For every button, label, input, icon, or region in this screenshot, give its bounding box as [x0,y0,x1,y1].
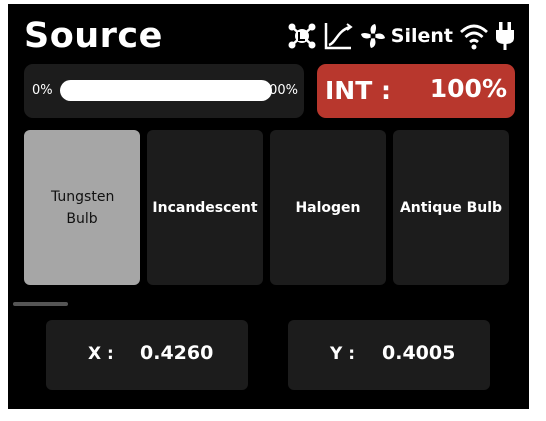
source-option-label: Tungsten Bulb [51,188,115,227]
bar-min-label: 0% [32,83,53,98]
source-option-label: Incandescent [152,199,258,216]
source-option-tungsten-bulb[interactable]: Tungsten Bulb [24,130,140,285]
intensity-slider[interactable] [60,80,272,101]
intensity-label: INT : [325,76,391,105]
bar-max-label: 100% [260,83,298,98]
power-plug-icon [495,21,515,51]
intensity-value: 100% [429,74,507,103]
page-title: Source [24,16,163,56]
source-option-incandescent[interactable]: Incandescent [147,130,263,285]
intensity-readout[interactable]: INT : 100% [317,64,515,118]
network-icon [287,21,317,51]
source-option-halogen[interactable]: Halogen [270,130,386,285]
status-bar: Silent [287,18,515,54]
x-coordinate-label: X : [88,344,114,364]
source-option-antique-bulb[interactable]: Antique Bulb [393,130,509,285]
wifi-icon [459,22,489,50]
y-coordinate-label: Y : [330,344,356,364]
intensity-slider-fill [60,80,272,101]
x-coordinate-value: 0.4260 [140,342,214,364]
y-coordinate-value: 0.4005 [382,342,456,364]
intensity-bar-panel: 0% 100% [24,64,304,118]
curve-icon [323,21,353,51]
fan-mode-label: Silent [390,25,453,47]
x-coordinate-field[interactable]: X : 0.4260 [46,320,248,390]
fan-icon [359,22,387,50]
source-option-label: Antique Bulb [399,199,503,216]
source-option-label: Halogen [295,199,361,216]
y-coordinate-field[interactable]: Y : 0.4005 [288,320,490,390]
page-scroll-indicator [13,302,68,306]
device-screen: Source Silent 0% 100% INT: 100% Tungste… [8,4,529,409]
